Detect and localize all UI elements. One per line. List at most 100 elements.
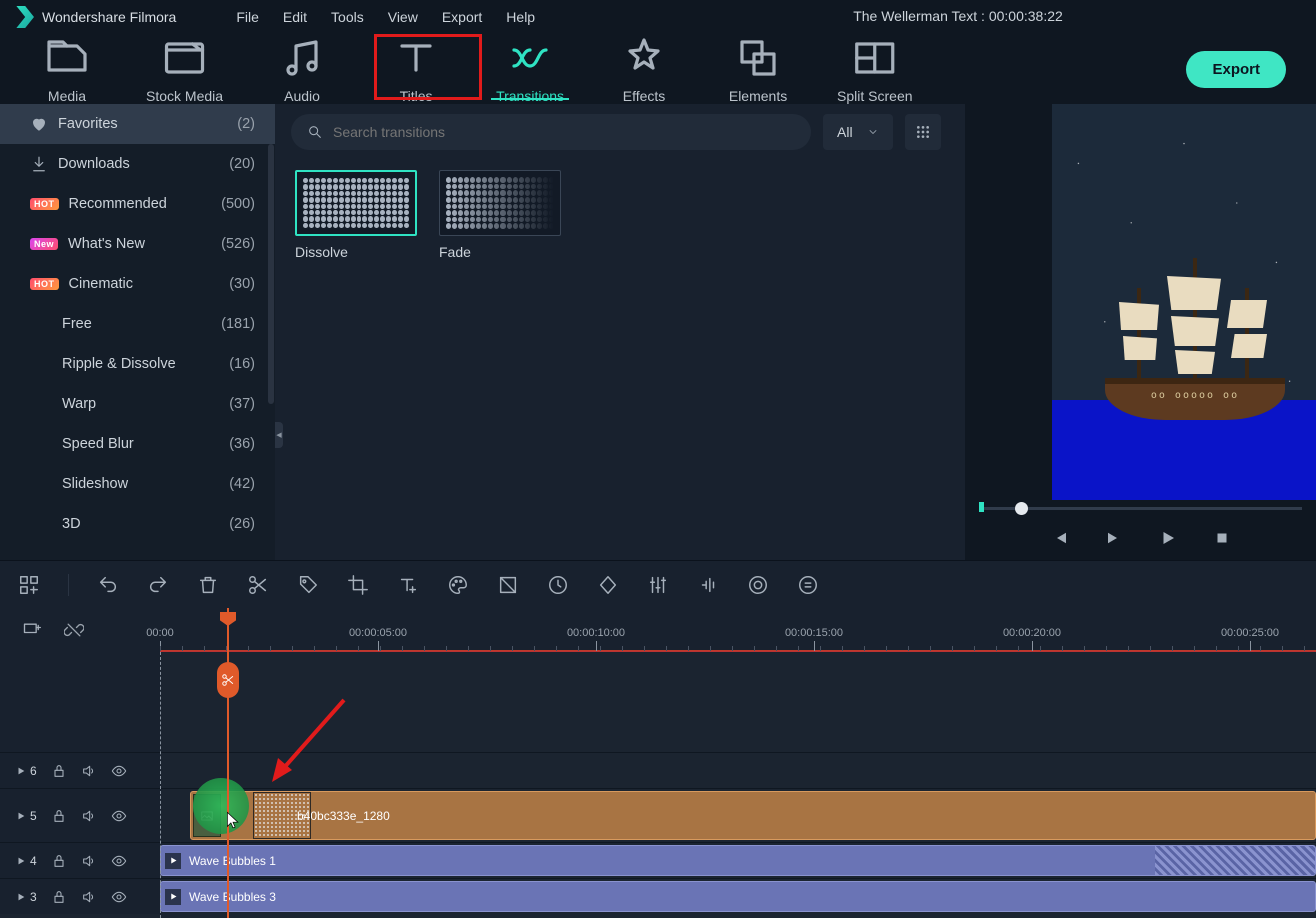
sidebar-item-favorites[interactable]: Favorites (2)	[0, 104, 275, 144]
ribbon-tabs: Media Stock Media Audio Titles Transitio…	[0, 34, 1316, 104]
lock-icon[interactable]	[51, 889, 67, 905]
scrubber-knob[interactable]	[1015, 502, 1028, 515]
adjust-button[interactable]	[497, 574, 519, 596]
audio-button[interactable]	[697, 574, 719, 596]
menu-bar: Wondershare Filmora File Edit Tools View…	[0, 0, 1316, 34]
unlink-button[interactable]	[64, 620, 84, 640]
tab-media-label: Media	[48, 88, 86, 104]
text-button[interactable]	[397, 574, 419, 596]
sidebar-item-free[interactable]: Free (181)	[0, 304, 275, 344]
next-frame-button[interactable]	[1105, 529, 1123, 547]
tab-transitions[interactable]: Transitions	[473, 34, 587, 104]
track-row-6: 6	[0, 752, 1316, 788]
transition-thumb-dissolve[interactable]: Dissolve	[295, 170, 417, 260]
sidebar-item-cinematic[interactable]: HOT Cinematic (30)	[0, 264, 275, 304]
tag-button[interactable]	[297, 574, 319, 596]
color-button[interactable]	[447, 574, 469, 596]
sidebar-item-slideshow[interactable]: Slideshow (42)	[0, 464, 275, 504]
tab-audio[interactable]: Audio	[245, 34, 359, 104]
search-input-wrapper[interactable]	[291, 114, 811, 150]
sidebar-item-label: Downloads	[58, 156, 130, 172]
sidebar-item-count: (181)	[221, 316, 255, 332]
speed-button[interactable]	[547, 574, 569, 596]
split-button[interactable]	[247, 574, 269, 596]
mute-icon[interactable]	[81, 808, 97, 824]
delete-button[interactable]	[197, 574, 219, 596]
lock-icon[interactable]	[51, 853, 67, 869]
sidebar-item-speed-blur[interactable]: Speed Blur (36)	[0, 424, 275, 464]
sidebar-item-count: (20)	[229, 156, 255, 172]
transition-thumb-fade[interactable]: Fade	[439, 170, 561, 260]
mixer-button[interactable]	[647, 574, 669, 596]
search-input[interactable]	[333, 124, 795, 140]
transition-drop-preview[interactable]	[253, 792, 311, 839]
sidebar-item-label: 3D	[62, 516, 81, 532]
sidebar-item-count: (500)	[221, 196, 255, 212]
menu-edit[interactable]: Edit	[283, 9, 307, 25]
main-split: Favorites (2) Downloads (20) HOT Recomme…	[0, 104, 1316, 560]
sidebar-item-3d[interactable]: 3D (26)	[0, 504, 275, 544]
tab-effects[interactable]: Effects	[587, 34, 701, 104]
prev-frame-button[interactable]	[1051, 529, 1069, 547]
sidebar-item-label: Speed Blur	[62, 436, 134, 452]
hot-badge-icon: HOT	[30, 198, 59, 210]
tab-elements[interactable]: Elements	[701, 34, 815, 104]
visibility-icon[interactable]	[111, 763, 127, 779]
tab-media[interactable]: Media	[10, 34, 124, 104]
mute-icon[interactable]	[81, 853, 97, 869]
sidebar-scrollbar[interactable]	[268, 144, 274, 404]
preview-canvas[interactable]	[965, 104, 1316, 500]
record-button[interactable]	[747, 574, 769, 596]
add-track-button[interactable]	[22, 620, 42, 640]
menu-export[interactable]: Export	[442, 9, 482, 25]
menu-help[interactable]: Help	[506, 9, 535, 25]
sidebar-item-count: (30)	[229, 276, 255, 292]
wave-clip-3[interactable]: Wave Bubbles 3	[160, 881, 1316, 912]
sidebar-item-downloads[interactable]: Downloads (20)	[0, 144, 275, 184]
visibility-icon[interactable]	[111, 889, 127, 905]
play-icon	[16, 811, 26, 821]
tab-split-label: Split Screen	[837, 88, 912, 104]
menu-tools[interactable]: Tools	[331, 9, 364, 25]
play-icon	[16, 856, 26, 866]
apps-button[interactable]	[18, 574, 40, 596]
visibility-icon[interactable]	[111, 808, 127, 824]
sidebar-item-recommended[interactable]: HOT Recommended (500)	[0, 184, 275, 224]
undo-button[interactable]	[97, 574, 119, 596]
crop-button[interactable]	[347, 574, 369, 596]
menu-view[interactable]: View	[388, 9, 418, 25]
clip-play-icon	[165, 889, 181, 905]
filter-dropdown[interactable]: All	[823, 114, 893, 150]
new-badge-icon: New	[30, 238, 58, 250]
mute-icon[interactable]	[81, 889, 97, 905]
sidebar-item-count: (37)	[229, 396, 255, 412]
play-button[interactable]	[1159, 529, 1177, 547]
mute-icon[interactable]	[81, 763, 97, 779]
preview-scrubber[interactable]	[965, 500, 1316, 516]
more-button[interactable]	[797, 574, 819, 596]
tab-stock-media[interactable]: Stock Media	[124, 34, 245, 104]
export-button[interactable]: Export	[1186, 51, 1286, 88]
sidebar-item-ripple-dissolve[interactable]: Ripple & Dissolve (16)	[0, 344, 275, 384]
image-clip[interactable]: b40bc333e_1280	[190, 791, 1316, 840]
playhead[interactable]	[227, 608, 229, 918]
sidebar-collapse-handle[interactable]	[275, 422, 283, 448]
tab-split-screen[interactable]: Split Screen	[815, 34, 934, 104]
lock-icon[interactable]	[51, 763, 67, 779]
mouse-cursor-icon	[226, 811, 240, 831]
track-number: 4	[16, 854, 37, 868]
visibility-icon[interactable]	[111, 853, 127, 869]
tab-titles[interactable]: Titles	[359, 34, 473, 104]
keyframe-button[interactable]	[597, 574, 619, 596]
sidebar-item-warp[interactable]: Warp (37)	[0, 384, 275, 424]
lock-icon[interactable]	[51, 808, 67, 824]
stop-button[interactable]	[1213, 529, 1231, 547]
timeline-ruler[interactable]: 00:0000:00:05:0000:00:10:0000:00:15:0000…	[160, 608, 1316, 652]
wave-clip-1[interactable]: Wave Bubbles 1	[160, 845, 1316, 876]
sidebar-item-whats-new[interactable]: New What's New (526)	[0, 224, 275, 264]
app-name: Wondershare Filmora	[42, 9, 176, 25]
redo-button[interactable]	[147, 574, 169, 596]
preview-ship-icon	[1105, 250, 1285, 420]
menu-file[interactable]: File	[236, 9, 259, 25]
grid-view-button[interactable]	[905, 114, 941, 150]
